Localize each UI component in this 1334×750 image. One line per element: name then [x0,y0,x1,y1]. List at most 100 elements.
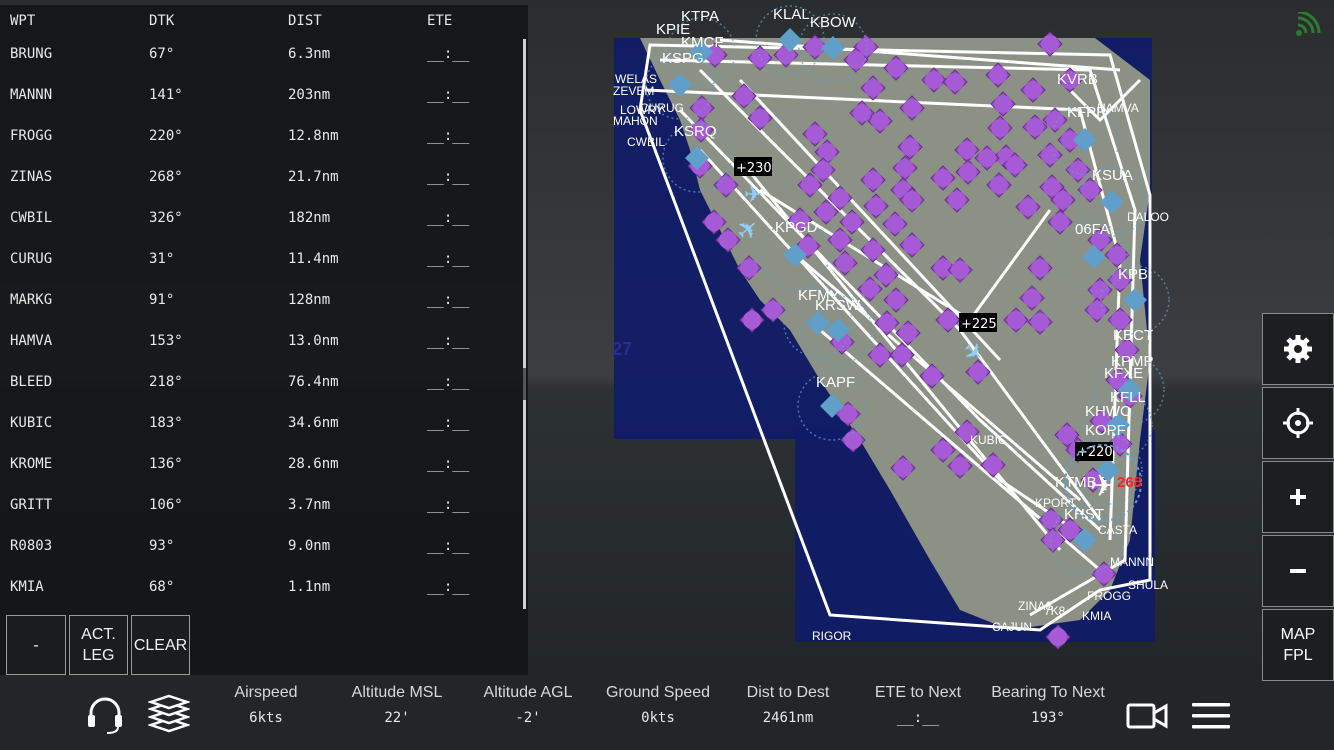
table-row[interactable]: CURUG 31° 11.4nm __:__ [0,251,524,292]
ownship-altitude: 268 [1117,474,1142,491]
cell-wpt: BLEED [10,374,53,390]
cell-dist: 128nm [288,292,331,308]
cell-wpt: CURUG [10,251,53,267]
clear-label: CLEAR [133,636,188,654]
table-row[interactable]: HAMVA 153° 13.0nm __:__ [0,333,524,374]
cell-dist: 6.3nm [288,46,331,62]
table-row[interactable]: R0803 93° 9.0nm __:__ [0,538,524,579]
table-row[interactable]: GRITT 106° 3.7nm __:__ [0,497,524,538]
fix-label-kubic: KUBIC [970,433,1007,447]
cell-dtk: 68° [149,579,175,595]
traffic-plane-icon: ✈ [744,183,762,208]
status-label: Bearing To Next [991,684,1105,701]
settings-button[interactable] [1262,313,1334,385]
cell-wpt: BRUNG [10,46,53,62]
cell-ete: __:__ [427,374,470,390]
cell-dtk: 218° [149,374,183,390]
zoom-in-icon [1290,489,1306,505]
column-header-dist: DIST [288,13,322,29]
activate-leg-button[interactable]: ACT. LEG [69,615,128,675]
status-item: Altitude MSL 22' [327,681,467,726]
fix-label-zevem: ZEVEM [613,84,654,98]
airport-label-kapf: KAPF [816,374,855,391]
cell-dist: 182nm [288,210,331,226]
fix-label-curug: CURUG [640,101,684,115]
signal-icon [1296,12,1321,36]
status-label: Altitude AGL [483,684,573,701]
status-label: Ground Speed [605,684,711,701]
cell-dtk: 220° [149,128,183,144]
map-fpl-button[interactable]: MAP FPL [1262,609,1334,681]
fix-label-shula: SHULA [1128,578,1168,592]
headset-icon[interactable] [85,695,125,735]
cell-dtk: 91° [149,292,175,308]
status-item: ETE to Next __:__ [848,681,988,726]
camera-icon[interactable] [1126,702,1168,730]
status-value: 2461nm [762,710,814,726]
cell-wpt: KROME [10,456,53,472]
menu-icon[interactable] [1191,701,1231,731]
cell-ete: __:__ [427,333,470,349]
cell-ete: __:__ [427,169,470,185]
cell-ete: __:__ [427,46,470,62]
cell-dist: 203nm [288,87,331,103]
traffic-tag-3: +220 [1077,445,1113,460]
status-value: 0kts [641,710,675,726]
airport-label-06fa: 06FA [1075,221,1110,238]
cell-dist: 13.0nm [288,333,339,349]
airport-label-kvrb: KVRB [1057,71,1098,88]
center-map-button[interactable] [1262,387,1334,459]
crosshair-icon [1283,408,1313,438]
airport-label-kmcf: KMCF [681,34,724,51]
traffic-tag-2: +225 [961,317,997,332]
table-row[interactable]: KUBIC 183° 34.6nm __:__ [0,415,524,456]
fix-label-daloo: DALOO [1127,210,1169,224]
table-row[interactable]: ZINAS 268° 21.7nm __:__ [0,169,524,210]
cell-dist: 9.0nm [288,538,331,554]
zoom-in-button[interactable] [1262,461,1334,533]
airport-label-klal: KLAL [773,6,810,23]
table-row[interactable]: KMIA 68° 1.1nm __:__ [0,579,524,620]
airport-label-ksua: KSUA [1092,167,1133,184]
column-header-wpt: WPT [10,13,36,29]
status-value: 193° [1031,710,1065,726]
fix-label-rigor: RIGOR [812,629,852,643]
fix-label-mahon: MAHON [613,114,658,128]
remove-waypoint-label: - [33,636,39,654]
table-row[interactable]: KROME 136° 28.6nm __:__ [0,456,524,497]
zoom-out-button[interactable] [1262,535,1334,607]
cell-dist: 3.7nm [288,497,331,513]
cell-ete: __:__ [427,128,470,144]
status-value: -2' [515,710,541,726]
fix-label-frogg: FROGG [1087,589,1131,603]
cell-ete: __:__ [427,497,470,513]
airport-label-kspg: KSPG [662,50,704,67]
status-item: Ground Speed 0kts [588,681,728,726]
remove-waypoint-button[interactable]: - [6,615,66,675]
table-row[interactable]: BLEED 218° 76.4nm __:__ [0,374,524,415]
clear-button[interactable]: CLEAR [131,615,190,675]
table-row[interactable]: CWBIL 326° 182nm __:__ [0,210,524,251]
cell-dist: 21.7nm [288,169,339,185]
table-row[interactable]: MANNN 141° 203nm __:__ [0,87,524,128]
table-row[interactable]: BRUNG 67° 6.3nm __:__ [0,46,524,87]
cell-wpt: KMIA [10,579,44,595]
airport-label-kfxe: KFXE [1104,365,1143,382]
cell-ete: __:__ [427,579,470,595]
column-header-dtk: DTK [149,13,175,29]
layers-icon[interactable] [148,693,190,735]
airport-label-krsw: KRSW [815,297,861,314]
fix-label-mannn: MANNN [1110,555,1154,569]
table-row[interactable]: FROGG 220° 12.8nm __:__ [0,128,524,169]
status-item: Altitude AGL -2' [458,681,598,726]
cell-dtk: 31° [149,251,175,267]
cell-wpt: ZINAS [10,169,53,185]
cell-wpt: MANNN [10,87,53,103]
scrollbar[interactable] [523,39,526,609]
scrollbar-gap [523,368,526,400]
table-row[interactable]: MARKG 91° 128nm __:__ [0,292,524,333]
cell-dtk: 326° [149,210,183,226]
ownship-icon: ✈ [1090,469,1115,504]
status-label: Airspeed [234,684,298,701]
gear-icon [1284,335,1312,363]
